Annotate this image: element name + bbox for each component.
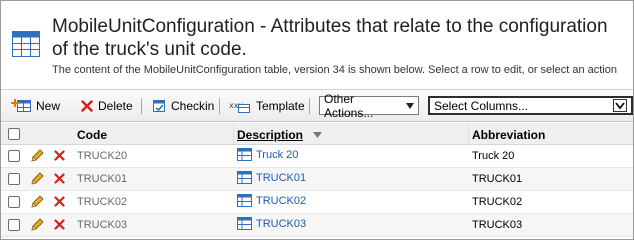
cell-description[interactable]: Truck 20 (237, 148, 298, 161)
table-link-icon (237, 217, 252, 230)
chevron-down-icon (406, 102, 414, 109)
template-icon: xxx (229, 102, 250, 113)
template-button[interactable]: xxx Template (229, 97, 305, 115)
pencil-icon[interactable] (29, 194, 45, 210)
column-header-abbreviation[interactable]: Abbreviation (472, 128, 545, 142)
cell-description[interactable]: TRUCK01 (237, 171, 306, 184)
chevron-down-icon (615, 101, 625, 109)
select-columns-select[interactable]: Select Columns... (428, 96, 633, 115)
select-all-checkbox[interactable] (8, 128, 20, 140)
pencil-icon[interactable] (29, 148, 45, 164)
cell-code: TRUCK01 (77, 173, 128, 185)
grid-header-row: Code Description Abbreviation (1, 123, 633, 145)
template-button-label: Template (256, 99, 305, 113)
pencil-icon[interactable] (29, 171, 45, 187)
sort-descending-icon (313, 132, 323, 138)
new-button-label: New (36, 99, 61, 113)
column-header-description-label: Description (237, 128, 304, 142)
page-header: MobileUnitConfiguration - Attributes tha… (1, 1, 633, 85)
column-header-description[interactable]: Description (237, 128, 323, 142)
table-row[interactable]: TRUCK20 Truck 20 Truck 20 (1, 145, 633, 168)
cell-code: TRUCK03 (77, 219, 128, 231)
checkin-button-label: Checkin (171, 99, 215, 113)
description-link[interactable]: TRUCK02 (256, 195, 306, 207)
select-columns-dropdown-button[interactable] (613, 99, 627, 112)
select-columns-value: Select Columns... (434, 98, 529, 113)
column-divider (468, 123, 469, 144)
toolbar-separator (219, 98, 220, 114)
table-row[interactable]: TRUCK02 TRUCK02 TRUCK02 (1, 191, 633, 214)
table-row[interactable]: TRUCK01 TRUCK01 TRUCK01 (1, 168, 633, 191)
checkin-button[interactable]: Checkin (152, 97, 214, 115)
cell-abbreviation: TRUCK02 (472, 196, 523, 208)
column-divider (233, 123, 234, 144)
table-row[interactable]: TRUCK03 TRUCK03 TRUCK03 (1, 214, 633, 237)
data-grid: Code Description Abbreviation TRUCK20 Tr… (1, 123, 633, 237)
delete-x-icon[interactable] (54, 196, 65, 207)
table-link-icon (237, 194, 252, 207)
toolbar-separator (141, 98, 142, 114)
page-title: MobileUnitConfiguration - Attributes tha… (52, 16, 608, 60)
cell-description[interactable]: TRUCK03 (237, 217, 306, 230)
description-link[interactable]: TRUCK01 (256, 172, 306, 184)
row-checkbox[interactable] (8, 173, 20, 185)
cell-code: TRUCK20 (77, 150, 128, 162)
cell-description[interactable]: TRUCK02 (237, 194, 306, 207)
column-header-code[interactable]: Code (77, 128, 107, 142)
page-subtitle: The content of the MobileUnitConfigurati… (52, 64, 617, 76)
delete-button-label: Delete (98, 99, 133, 113)
delete-x-icon[interactable] (54, 150, 65, 161)
cell-code: TRUCK02 (77, 196, 128, 208)
description-link[interactable]: TRUCK03 (256, 218, 306, 230)
toolbar: New Delete Checkin xxx Template Other Ac… (1, 89, 633, 122)
page-frame: MobileUnitConfiguration - Attributes tha… (0, 0, 634, 240)
pencil-icon[interactable] (29, 217, 45, 233)
toolbar-separator (309, 98, 310, 114)
other-actions-select[interactable]: Other Actions... (319, 92, 419, 120)
table-icon (12, 31, 40, 57)
description-link[interactable]: Truck 20 (256, 149, 298, 161)
cell-abbreviation: TRUCK01 (472, 173, 523, 185)
checkin-icon (153, 100, 165, 112)
delete-button[interactable]: Delete (81, 97, 133, 115)
delete-x-icon[interactable] (54, 219, 65, 230)
table-link-icon (237, 171, 252, 184)
row-checkbox[interactable] (8, 150, 20, 162)
delete-x-icon (81, 100, 93, 112)
delete-x-icon[interactable] (54, 173, 65, 184)
cell-abbreviation: Truck 20 (472, 150, 515, 162)
row-checkbox[interactable] (8, 219, 20, 231)
new-row-icon (11, 99, 31, 112)
row-checkbox[interactable] (8, 196, 20, 208)
other-actions-value: Other Actions... (324, 91, 374, 120)
cell-abbreviation: TRUCK03 (472, 219, 523, 231)
new-button[interactable]: New (11, 97, 60, 115)
table-link-icon (237, 148, 252, 161)
